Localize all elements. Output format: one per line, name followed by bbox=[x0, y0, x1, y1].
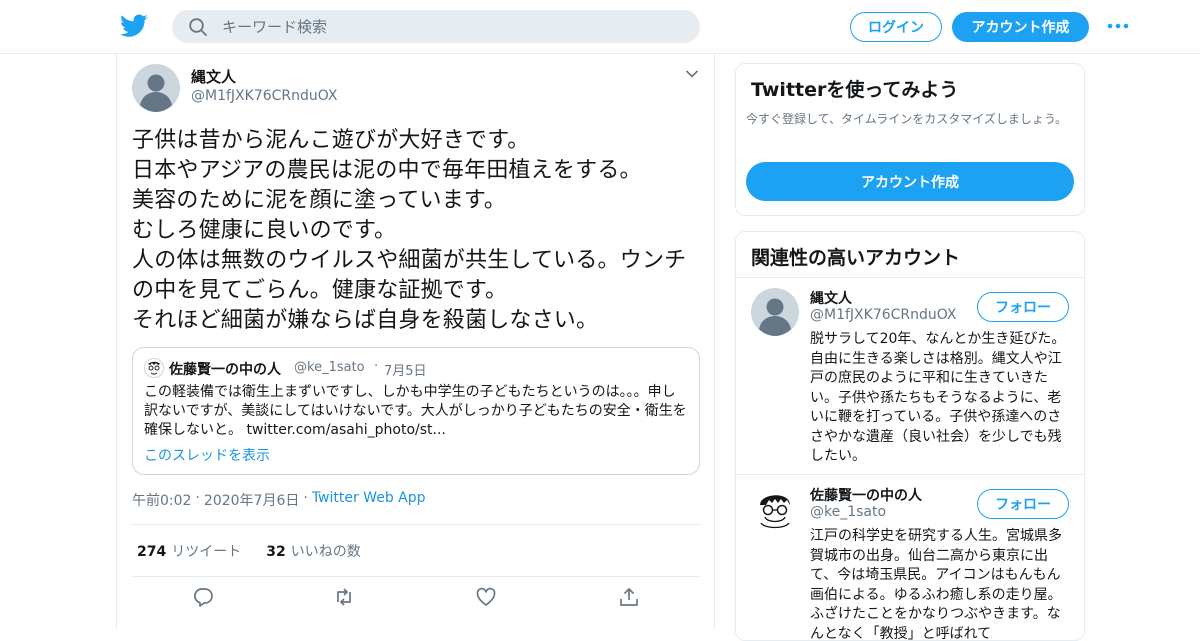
chevron-down-icon[interactable] bbox=[685, 69, 699, 79]
tweet-actions bbox=[117, 586, 716, 616]
retweet-icon[interactable] bbox=[333, 586, 355, 608]
source-app-link[interactable]: Twitter Web App bbox=[312, 490, 426, 510]
tweet-time[interactable]: 午前0:02 bbox=[132, 490, 191, 510]
avatar[interactable] bbox=[751, 485, 799, 533]
divider bbox=[736, 474, 1084, 475]
login-button[interactable]: ログイン bbox=[850, 12, 942, 42]
avatar[interactable] bbox=[751, 288, 799, 336]
account-bio: 江戸の科学史を研究する人生。宮城県多賀城市の出身。仙台二高から東京に出て、今は埼… bbox=[810, 528, 1062, 641]
author-name[interactable]: 縄文人 bbox=[191, 66, 236, 87]
signup-card-title: Twitterを使ってみよう bbox=[751, 79, 959, 101]
signup-button[interactable]: アカウント作成 bbox=[952, 12, 1089, 42]
quoted-tweet[interactable]: 佐藤賢一の中の人 @ke_1sato · 7月5日 この軽装備では衛生上まずいで… bbox=[132, 347, 700, 475]
account-name[interactable]: 佐藤賢一の中の人 bbox=[810, 485, 922, 505]
separator-dot: · bbox=[303, 490, 308, 506]
show-thread-link[interactable]: このスレッドを表示 bbox=[144, 445, 270, 465]
like-icon[interactable] bbox=[475, 586, 497, 608]
tweet-detail: 縄文人 @M1fJXK76CRnduOX 子供は昔から泥んこ遊びが大好きです。 … bbox=[116, 54, 715, 630]
related-accounts-title: 関連性の高いアカウント bbox=[751, 247, 961, 269]
tweet-stats: 274 リツイート 32 いいねの数 bbox=[132, 524, 700, 577]
signup-card: Twitterを使ってみよう 今すぐ登録して、タイムラインをカスタマイズしましょ… bbox=[735, 63, 1085, 216]
more-dots-icon[interactable] bbox=[1106, 18, 1130, 34]
search-input[interactable] bbox=[222, 17, 682, 36]
account-name[interactable]: 縄文人 bbox=[810, 288, 852, 308]
reply-icon[interactable] bbox=[192, 586, 214, 608]
twitter-bird-icon[interactable] bbox=[120, 13, 148, 39]
quote-avatar bbox=[144, 358, 164, 378]
top-bar: ログイン アカウント作成 bbox=[0, 0, 1200, 54]
retweet-count: 274 bbox=[137, 543, 167, 560]
follow-button[interactable]: フォロー bbox=[977, 489, 1069, 519]
related-accounts-card: 関連性の高いアカウント 縄文人 @M1fJXK76CRnduOX フォロー 脱サ… bbox=[735, 231, 1085, 641]
account-handle[interactable]: @ke_1sato bbox=[810, 504, 886, 520]
retweet-label: リツイート bbox=[171, 543, 242, 560]
quote-date: 7月5日 bbox=[384, 364, 427, 379]
like-label: いいねの数 bbox=[290, 543, 361, 560]
separator-dot: · bbox=[374, 359, 379, 374]
create-account-button[interactable]: アカウント作成 bbox=[746, 162, 1074, 201]
follow-button[interactable]: フォロー bbox=[977, 292, 1069, 322]
share-icon[interactable] bbox=[618, 586, 640, 608]
like-count: 32 bbox=[266, 543, 286, 560]
divider bbox=[736, 277, 1084, 278]
quote-text: この軽装備では衛生上まずいですし、しかも中学生の子どもたちというのは。。。申し訳… bbox=[144, 384, 687, 438]
separator-dot: · bbox=[195, 490, 200, 506]
like-stat[interactable]: 32 いいねの数 bbox=[266, 541, 360, 561]
quote-author-handle: @ke_1sato bbox=[294, 360, 365, 375]
tweet-text: 子供は昔から泥んこ遊びが大好きです。 日本やアジアの農民は泥の中で毎年田植えをす… bbox=[132, 128, 687, 333]
author-handle[interactable]: @M1fJXK76CRnduOX bbox=[191, 88, 337, 104]
search-icon bbox=[189, 17, 207, 36]
quote-author-name: 佐藤賢一の中の人 bbox=[169, 362, 281, 378]
account-bio: 脱サラして20年、なんとか生き延びた。自由に生きる楽しさは格別。縄文人や江戸の庶… bbox=[810, 331, 1066, 464]
account-handle[interactable]: @M1fJXK76CRnduOX bbox=[810, 307, 956, 323]
avatar[interactable] bbox=[132, 64, 180, 112]
tweet-metadata: 午前0:02 · 2020年7月6日 · Twitter Web App bbox=[132, 490, 426, 510]
tweet-date[interactable]: 2020年7月6日 bbox=[204, 490, 299, 510]
search-box[interactable] bbox=[172, 10, 700, 43]
signup-card-text: 今すぐ登録して、タイムラインをカスタマイズしましょう。 bbox=[746, 112, 1068, 126]
retweet-stat[interactable]: 274 リツイート bbox=[137, 541, 241, 561]
